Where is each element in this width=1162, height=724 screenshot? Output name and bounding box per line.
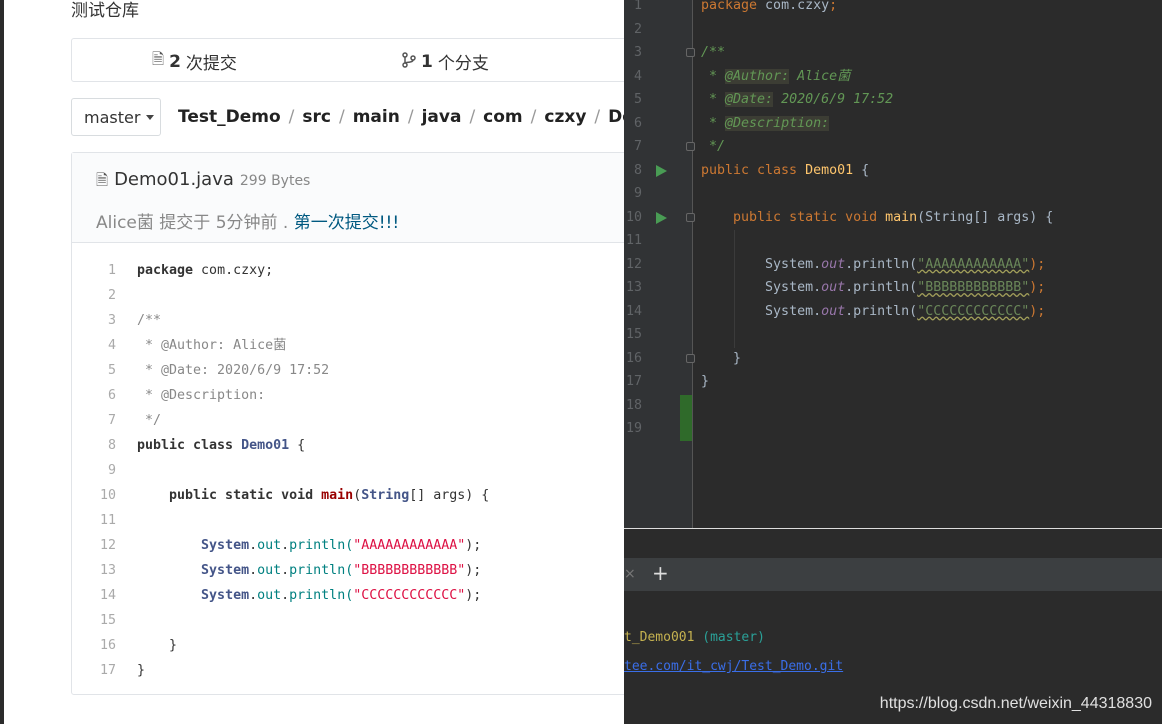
editor-line: 9 [633, 186, 642, 201]
branch-select[interactable]: master [71, 98, 161, 136]
code-line: 11 [99, 513, 116, 528]
run-icon[interactable] [656, 164, 667, 177]
fold-icon[interactable] [686, 48, 695, 57]
breadcrumb-item[interactable]: main [353, 107, 400, 127]
editor-line: 10 public static void main(String[] args… [625, 209, 1054, 225]
code-line: 4 * @Author: Alice菌 [107, 338, 287, 353]
code-line: 14 System.out.println("CCCCCCCCCCCC"); [99, 588, 482, 603]
run-icon[interactable] [656, 211, 667, 224]
file-viewer: 🗎 Demo01.java 299 Bytes Alice菌 提交于 5分钟前 … [71, 152, 624, 695]
panel-divider[interactable] [624, 528, 1162, 529]
commit-author[interactable]: Alice菌 [96, 213, 154, 233]
code-line: 5 * @Date: 2020/6/9 17:52 [107, 363, 330, 378]
code-line: 15 [99, 613, 116, 628]
commit-icon: 🗎 [152, 50, 165, 68]
repo-stats-bar: 🗎 2 次提交 1 个分支 [71, 38, 624, 82]
code-line: 10 public static void main(String[] args… [99, 488, 490, 503]
code-line: 13 System.out.println("BBBBBBBBBBBB"); [99, 563, 482, 578]
commits-link[interactable]: 🗎 2 次提交 [152, 49, 237, 74]
commits-count: 2 [169, 51, 181, 72]
terminal-url-link[interactable]: tee.com/it_cwj/Test_Demo.git [624, 659, 843, 674]
code-line: 6 * @Description: [107, 388, 266, 403]
commit-message-link[interactable]: 第一次提交!!! [294, 213, 399, 233]
editor-line: 17} [625, 374, 710, 389]
breadcrumb-item[interactable]: src [302, 107, 331, 127]
editor-line: 18 [625, 397, 642, 413]
editor-code[interactable]: 1 package com.czxy; 2 3/** 4 * @Author: A… [624, 0, 1162, 441]
editor-line: 3/** [633, 45, 726, 60]
editor-line: 16 } [625, 350, 742, 366]
breadcrumb-item[interactable]: Demo0 [608, 107, 624, 127]
file-title: 🗎 Demo01.java 299 Bytes [96, 169, 310, 195]
branch-icon [402, 51, 416, 72]
code-line: 12 System.out.println("AAAAAAAAAAAA"); [99, 538, 482, 553]
editor-line: 11 [625, 233, 642, 248]
repo-title: 测试仓库 [71, 1, 139, 21]
editor-line: 6 * @Description: [633, 115, 830, 131]
close-icon[interactable]: × [624, 566, 636, 582]
editor-line: 19 [625, 421, 642, 436]
breadcrumb-item[interactable]: czxy [544, 107, 586, 127]
last-commit-info: Alice菌 提交于 5分钟前 . 第一次提交!!! [96, 208, 399, 233]
editor-line: 2 [633, 21, 642, 37]
fold-icon[interactable] [686, 353, 695, 363]
breadcrumb-item[interactable]: Test_Demo [178, 107, 281, 127]
file-icon: 🗎 [96, 171, 109, 189]
code-line: 17} [99, 663, 146, 678]
commits-label: 次提交 [185, 54, 237, 74]
commit-meta: 提交于 5分钟前 . [159, 213, 289, 233]
gitee-page: 测试仓库 🗎 2 次提交 1 个分支 master Test_Demo / src /… [0, 0, 624, 724]
code-view: 1 package com.czxy; 2 3/** 4 * @Author: A… [72, 258, 624, 683]
editor-line: 15 [625, 327, 642, 342]
editor-line: 12 System.out.println("AAAAAAAAAAAA"); [625, 256, 1046, 272]
editor-line: 1 package com.czxy; [633, 0, 838, 13]
branches-count: 1 [421, 51, 433, 72]
breadcrumb-item[interactable]: com [483, 107, 522, 127]
file-name: Demo01.java [114, 169, 234, 190]
file-size: 299 Bytes [239, 173, 311, 189]
editor-line: 8 public class Demo01 { [633, 162, 870, 178]
ide-window: 1 package com.czxy; 2 3/** 4 * @Author: A… [624, 0, 1162, 724]
branches-label: 个分支 [437, 54, 489, 74]
editor-line: 7 */ [633, 139, 726, 154]
fold-icon[interactable] [686, 142, 695, 151]
terminal-prompt: t_Demo001 (master) [624, 630, 765, 645]
window-edge [0, 0, 4, 724]
fold-icon[interactable] [686, 212, 695, 222]
breadcrumb-item[interactable]: java [422, 107, 462, 127]
code-line: 7 */ [107, 413, 162, 428]
branch-select-label: master [84, 107, 141, 127]
code-line: 3/** [107, 313, 162, 328]
file-header: 🗎 Demo01.java 299 Bytes Alice菌 提交于 5分钟前 … [72, 153, 624, 243]
code-line: 2 [107, 288, 116, 303]
add-terminal-button[interactable]: + [652, 561, 669, 585]
editor-line: 5 * @Date: 2020/6/9 17:52 [633, 92, 894, 107]
code-line: 9 [107, 463, 116, 478]
code-line: 8 public class Demo01 { [107, 438, 306, 453]
editor-line: 14 System.out.println("CCCCCCCCCCCC"); [625, 303, 1046, 319]
editor-line: 4 * @Author: Alice菌 [633, 68, 851, 84]
code-line: 16 } [99, 638, 178, 653]
code-line: 1 package com.czxy; [107, 263, 274, 278]
terminal-tab-bar: × + [624, 558, 1162, 592]
watermark: https://blog.csdn.net/weixin_44318830 [879, 695, 1152, 712]
caret-down-icon [146, 114, 155, 120]
editor-line: 13 System.out.println("BBBBBBBBBBBB"); [625, 280, 1046, 295]
breadcrumb: Test_Demo/src/main/java/com/czxy/Demo0 [178, 107, 624, 127]
branches-link[interactable]: 1 个分支 [402, 49, 489, 74]
